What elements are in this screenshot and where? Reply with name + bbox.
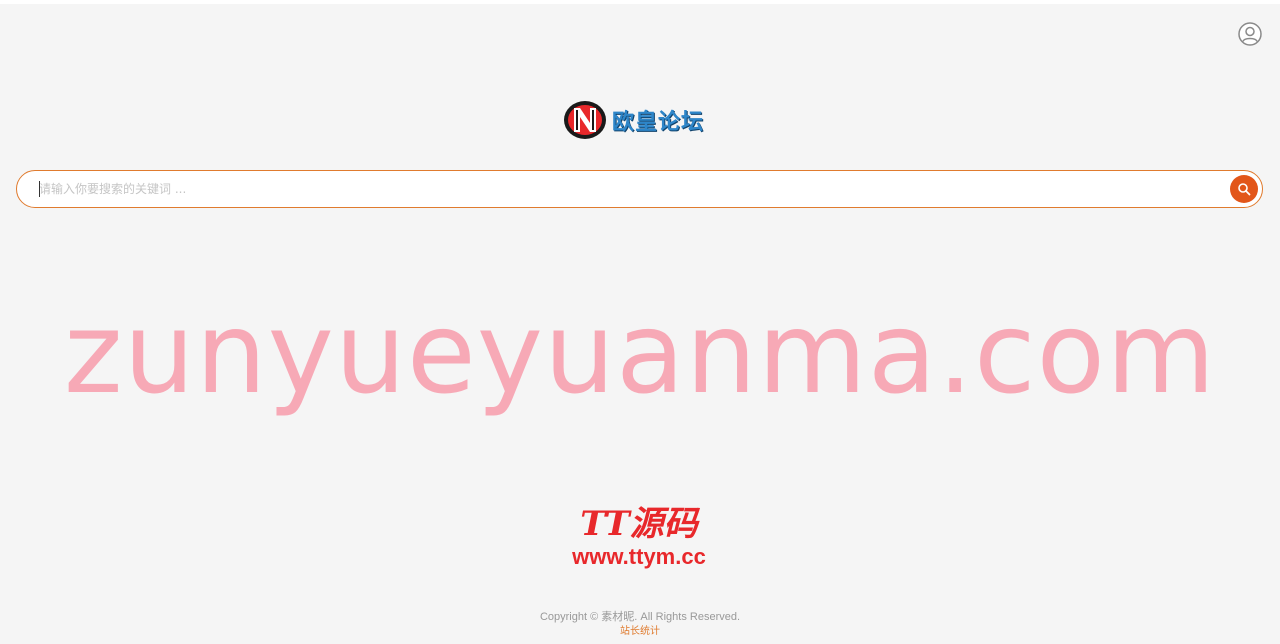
ttym-url: www.ttym.cc	[572, 544, 706, 569]
user-avatar-icon[interactable]	[1238, 22, 1262, 46]
site-logo[interactable]: 欧皇论坛	[562, 96, 722, 144]
ttym-title: TT源码	[580, 504, 698, 544]
logo-text: 欧皇论坛	[612, 110, 705, 135]
search-button[interactable]	[1230, 175, 1258, 203]
page: 欧皇论坛 zunyueyuanma.com TT源码 www.ttym.cc C…	[0, 0, 1280, 644]
watermark-text: zunyueyuanma.com	[63, 289, 1217, 419]
n-letter-logo-icon	[564, 101, 606, 139]
copyright-text: Copyright © 素材昵. All Rights Reserved.	[539, 611, 741, 623]
search-bar	[16, 170, 1263, 208]
stats-link[interactable]: 站长统计	[620, 625, 660, 639]
footer: Copyright © 素材昵. All Rights Reserved. 站长…	[0, 610, 1280, 639]
text-caret	[39, 181, 40, 197]
search-input[interactable]	[17, 171, 1230, 207]
ttym-watermark-badge: TT源码 www.ttym.cc	[554, 504, 724, 570]
search-icon	[1238, 183, 1251, 196]
